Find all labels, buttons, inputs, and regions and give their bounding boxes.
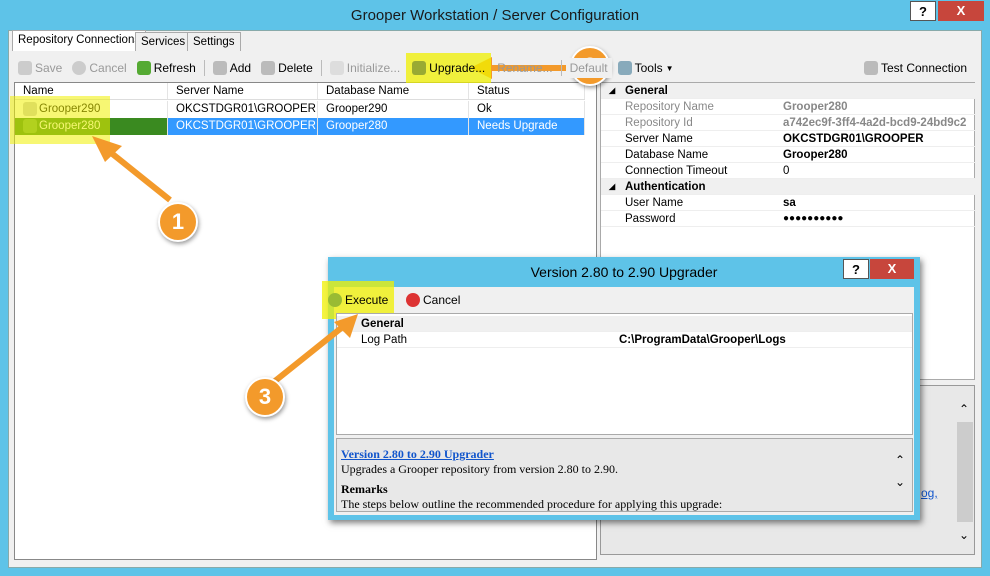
- upgrade-label: Upgrade...: [429, 61, 486, 75]
- default-label: Default: [569, 61, 608, 75]
- arrow-3: [268, 322, 347, 388]
- rename-button[interactable]: Rename...: [493, 58, 556, 78]
- tools-icon: [617, 61, 632, 75]
- default-button[interactable]: Default: [565, 58, 612, 78]
- cancel-icon: [72, 61, 87, 75]
- delete-label: Delete: [278, 61, 313, 75]
- tools-label: Tools: [634, 61, 663, 75]
- arrow-1: [103, 145, 172, 203]
- database-add-icon: [212, 61, 227, 75]
- initialize-button[interactable]: Initialize...: [326, 58, 404, 78]
- add-button[interactable]: Add: [209, 58, 255, 78]
- delete-button[interactable]: Delete: [257, 58, 317, 78]
- upgrade-button[interactable]: Upgrade...: [406, 53, 492, 83]
- separator: [203, 60, 205, 76]
- database-delete-icon: [261, 61, 276, 75]
- refresh-button[interactable]: Refresh: [133, 58, 200, 78]
- save-icon: [18, 61, 32, 75]
- annotation-arrows: [92, 57, 570, 388]
- annotation-badge-3: 3: [245, 377, 285, 417]
- separator: [560, 60, 562, 76]
- rename-label: Rename...: [497, 61, 553, 75]
- add-label: Add: [229, 61, 252, 75]
- refresh-label: Refresh: [153, 61, 196, 75]
- cancel-label: Cancel: [89, 61, 127, 75]
- annotation-badge-1: 1: [158, 202, 198, 242]
- toolbar: Save Cancel Refresh Add Delete Initializ…: [14, 53, 678, 83]
- initialize-label: Initialize...: [346, 61, 401, 75]
- save-label: Save: [35, 61, 63, 75]
- refresh-icon: [136, 61, 151, 75]
- cancel-button[interactable]: Cancel: [68, 58, 130, 78]
- database-upgrade-icon: [412, 61, 427, 75]
- database-icon: [329, 61, 344, 75]
- save-button[interactable]: Save: [14, 58, 66, 78]
- chevron-down-icon: ▼: [665, 63, 674, 73]
- tools-dropdown[interactable]: Tools ▼: [614, 58, 678, 78]
- separator: [320, 60, 322, 76]
